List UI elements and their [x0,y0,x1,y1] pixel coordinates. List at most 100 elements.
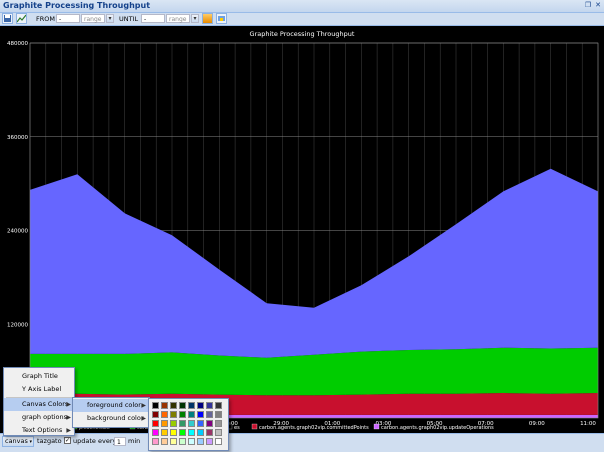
menu-item-graph-options[interactable]: graph options ▶ [4,411,74,424]
color-swatch[interactable] [197,420,204,427]
submenu-arrow-icon: ▶ [66,414,71,421]
menu-item-label: background color [87,414,144,422]
color-swatch[interactable] [161,420,168,427]
menu-item-y-axis-label[interactable]: Y Axis Label [4,383,74,396]
color-swatch[interactable] [152,411,159,418]
restore-icon[interactable]: ❐ [584,1,592,9]
color-swatch[interactable] [179,429,186,436]
from-label: FROM [36,15,55,23]
y-tick-label: 360000 [7,135,28,141]
color-swatch[interactable] [161,411,168,418]
y-tick-label: 120000 [7,322,28,328]
bottom-bar: canvas ▾ tazgato ✓ update every 1 min [0,433,604,452]
until-range-input[interactable]: range [166,14,190,23]
menu-item-text-options[interactable]: Text Options ▶ [4,424,74,437]
color-swatch[interactable] [170,411,177,418]
color-swatch[interactable] [179,420,186,427]
y-tick-label: 480000 [7,41,28,47]
menu-item-label: Text Options [22,426,63,434]
color-swatch[interactable] [188,411,195,418]
menu-item-label: Canvas Colors [22,400,69,408]
chart-area: Graphite Processing Throughput 120000 240… [0,26,604,433]
toolbar: FROM - range ▾ UNTIL - range ▾ [0,13,604,26]
x-tick-label: 11:00 [580,421,596,427]
color-swatch[interactable] [152,429,159,436]
until-input[interactable]: - [141,14,165,23]
color-swatch[interactable] [197,429,204,436]
color-swatch[interactable] [170,402,177,409]
color-swatch[interactable] [215,429,222,436]
chart-svg: Graphite Processing Throughput 120000 240… [7,30,599,431]
color-swatch[interactable] [152,402,159,409]
until-range-dropdown[interactable]: ▾ [191,14,199,23]
legend-swatch [373,423,380,430]
color-swatch[interactable] [206,438,213,445]
legend-swatch [251,423,258,430]
menu-item-label: graph options [22,413,68,421]
color-swatch[interactable] [170,420,177,427]
color-swatch[interactable] [179,411,186,418]
color-swatch[interactable] [188,438,195,445]
color-swatch[interactable] [206,429,213,436]
window-titlebar: Graphite Processing Throughput ❐ ✕ [0,0,604,13]
refresh-icon[interactable] [202,13,213,24]
color-swatch[interactable] [188,402,195,409]
color-swatch[interactable] [197,402,204,409]
user-label: tazgato [37,437,62,445]
color-swatch[interactable] [215,402,222,409]
window-title: Graphite Processing Throughput [3,1,151,10]
color-swatch[interactable] [188,420,195,427]
color-swatch[interactable] [215,438,222,445]
menu-item-foreground-color[interactable]: foreground color ▶ [73,399,149,412]
canvas-colors-submenu: foreground color ▶ background color ▶ [72,397,150,428]
color-swatch[interactable] [152,420,159,427]
from-range-input[interactable]: range [81,14,105,23]
menu-item-canvas-colors[interactable]: Canvas Colors ▶ [4,398,74,411]
y-tick-label: 240000 [7,229,28,235]
update-interval-input[interactable]: 1 [114,437,126,446]
canvas-button-label: canvas [5,437,28,445]
color-swatch[interactable] [206,411,213,418]
color-swatch[interactable] [179,402,186,409]
context-menu: Graph Title Y Axis Label Canvas Colors ▶ … [3,367,75,436]
color-swatch[interactable] [161,438,168,445]
legend-label: es [234,425,240,431]
submenu-arrow-icon: ▶ [141,402,146,409]
color-swatch[interactable] [152,438,159,445]
chart-title: Graphite Processing Throughput [250,30,355,38]
update-label: update every [73,437,117,445]
menu-item-background-color[interactable]: background color ▶ [73,412,149,425]
from-input[interactable]: - [56,14,80,23]
menu-item-label: Y Axis Label [22,385,62,393]
update-checkbox[interactable]: ✓ [64,437,71,444]
color-swatch[interactable] [161,402,168,409]
color-swatch[interactable] [161,429,168,436]
close-icon[interactable]: ✕ [594,1,602,9]
color-swatch[interactable] [197,411,204,418]
color-swatch[interactable] [170,429,177,436]
submenu-arrow-icon: ▶ [66,401,71,408]
menu-item-label: foreground color [87,401,141,409]
color-palette [148,398,229,451]
color-swatch[interactable] [179,438,186,445]
color-swatch[interactable] [215,420,222,427]
color-swatch[interactable] [215,411,222,418]
color-swatch[interactable] [188,429,195,436]
series-area [30,347,598,396]
menu-item-graph-title[interactable]: Graph Title [4,370,74,383]
save-icon[interactable] [2,13,13,24]
submenu-arrow-icon: ▶ [141,415,146,422]
from-range-dropdown[interactable]: ▾ [106,14,114,23]
color-swatch[interactable] [197,438,204,445]
canvas-menu-button[interactable]: canvas ▾ [2,436,34,447]
color-swatch[interactable] [206,402,213,409]
update-unit-label: min [128,437,141,445]
submenu-arrow-icon: ▶ [66,427,71,434]
legend-label: carbon.agents.graph02vip.updateOperation… [381,425,494,431]
image-icon[interactable] [216,13,227,24]
until-label: UNTIL [119,15,139,23]
color-swatch[interactable] [206,420,213,427]
legend-label: carbon.agents.graph02vip.committedPoints [259,425,369,431]
color-swatch[interactable] [170,438,177,445]
graph-icon[interactable] [16,13,27,24]
